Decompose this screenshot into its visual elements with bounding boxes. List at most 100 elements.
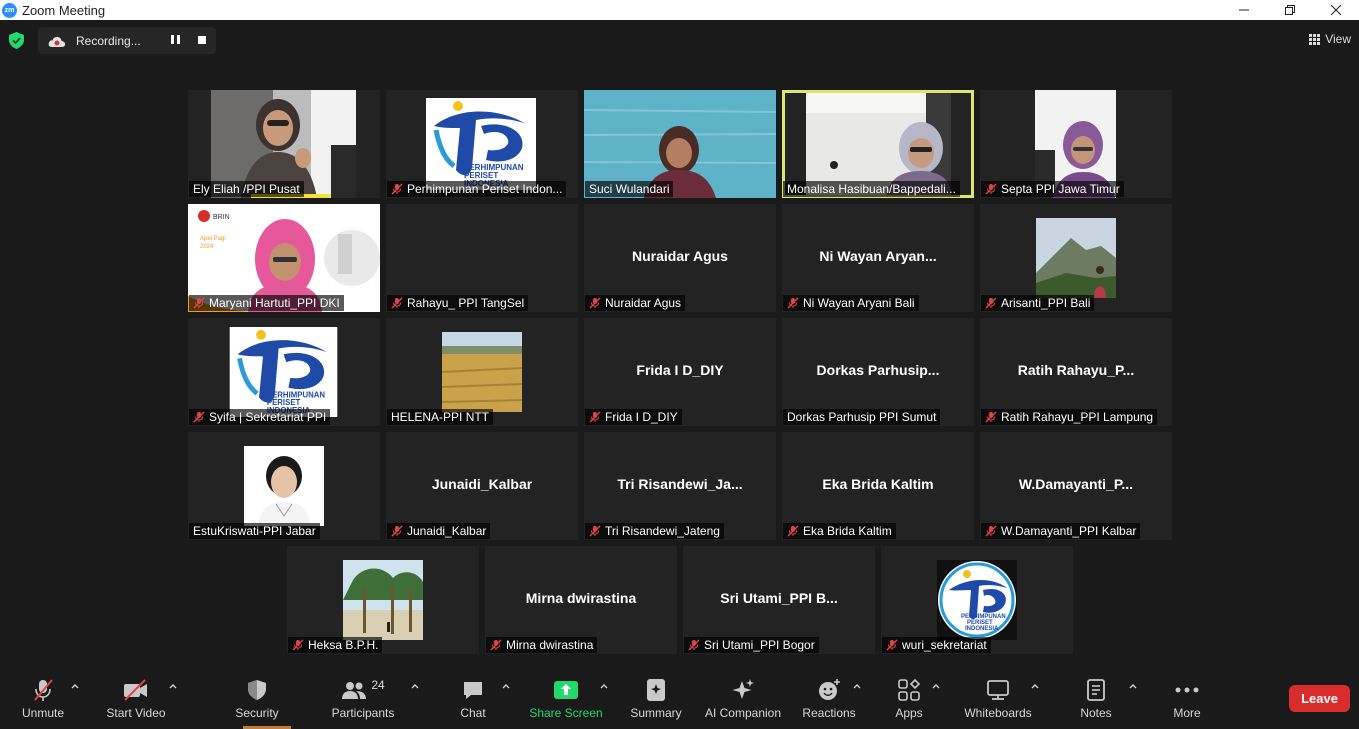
apps-button[interactable]: Apps [890,668,928,729]
chat-options-chevron-icon[interactable] [502,682,510,690]
muted-mic-icon [193,297,205,309]
participant-tile[interactable]: Frida I D_DIY Frida I D_DIY [584,318,776,426]
unmute-label: Unmute [21,706,65,720]
whiteboards-button[interactable]: Whiteboards [962,668,1034,729]
participant-tile[interactable]: BRIN Apel Pagi 2024 Maryani Hartuti_PPI … [188,204,380,312]
participant-name: Eka Brida Kaltim [783,523,896,539]
participant-name: HELENA-PPI NTT [387,409,494,425]
participants-count: 24 [371,678,385,692]
muted-mic-icon [688,639,700,651]
apps-label: Apps [895,706,923,720]
participant-tile[interactable]: HELENA-PPI NTT [386,318,578,426]
notes-label: Notes [1080,706,1112,720]
participant-tile[interactable]: Ratih Rahayu_P... Ratih Rahayu_PPI Lampu… [980,318,1172,426]
minimize-button[interactable] [1221,0,1267,20]
participant-name: Heksa B.P.H. [288,637,383,653]
participant-tile[interactable]: Rahayu_ PPI TangSel [386,204,578,312]
participant-tile[interactable]: PERHIMPUNAN PERISET INDONESIA Perhimpuna… [386,90,578,198]
summary-doc-icon [646,678,666,702]
participant-photo [1036,218,1116,298]
share-screen-button[interactable]: Share Screen [529,668,603,729]
reactions-label: Reactions [802,706,856,720]
view-button[interactable]: View [1309,32,1351,46]
recording-label: Recording... [76,33,141,48]
notes-icon [1086,678,1106,702]
participant-name: Septa PPI Jawa Timur [981,181,1124,197]
participant-name: Ni Wayan Aryani Bali [783,295,919,311]
meeting-top-bar: Recording... View [0,20,1359,60]
participant-tile[interactable]: Tri Risandewi_Ja... Tri Risandewi_Jateng [584,432,776,540]
participants-label: Participants [331,706,395,720]
ai-companion-button[interactable]: AI Companion [702,668,784,729]
audio-options-chevron-icon[interactable] [71,682,79,690]
chat-button[interactable]: Chat [452,668,494,729]
muted-mic-icon [985,183,997,195]
start-video-button[interactable]: Start Video [102,668,170,729]
participant-name: Arisanti_PPI Bali [981,295,1095,311]
participants-options-chevron-icon[interactable] [411,682,419,690]
participant-tile[interactable]: Eka Brida Kaltim Eka Brida Kaltim [782,432,974,540]
participant-name: Ratih Rahayu_PPI Lampung [981,409,1158,425]
video-options-chevron-icon[interactable] [169,682,177,690]
participant-name: Rahayu_ PPI TangSel [387,295,529,311]
participant-name: EstuKriswati-PPI Jabar [189,523,320,539]
participant-tile[interactable]: Nuraidar Agus Nuraidar Agus [584,204,776,312]
participant-tile[interactable]: W.Damayanti_P... W.Damayanti_PPI Kalbar [980,432,1172,540]
participant-tile[interactable]: Junaidi_Kalbar Junaidi_Kalbar [386,432,578,540]
svg-text:INDONESIA: INDONESIA [965,626,999,632]
participant-name: W.Damayanti_PPI Kalbar [981,523,1141,539]
zoom-logo-icon: zm [2,2,17,18]
participant-name: Perhimpunan Periset Indon... [387,181,567,197]
participant-display-name: Tri Risandewi_Ja... [617,476,743,492]
participant-tile[interactable]: Arisanti_PPI Bali [980,204,1172,312]
restore-button[interactable] [1267,0,1313,20]
apps-options-chevron-icon[interactable] [932,682,940,690]
participant-tile[interactable]: Suci Wulandari [584,90,776,198]
participants-button[interactable]: 24 Participants [328,668,398,729]
muted-mic-icon [490,639,502,651]
participant-photo [442,332,522,412]
participant-name: Monalisa Hasibuan/Bappedali... [783,181,960,197]
unmute-button[interactable]: Unmute [18,668,68,729]
whiteboards-options-chevron-icon[interactable] [1031,682,1039,690]
participant-display-name: Ratih Rahayu_P... [1017,362,1135,378]
participant-name: Suci Wulandari [585,181,674,197]
participant-tile[interactable]: EstuKriswati-PPI Jabar [188,432,380,540]
leave-button[interactable]: Leave [1289,685,1350,712]
participant-photo [343,560,423,640]
participant-display-name: W.Damayanti_P... [1018,476,1134,492]
ppi-logo: PERHIMPUNAN PERISET INDONESIA [229,327,338,417]
stop-recording-button[interactable] [198,36,206,44]
recording-indicator: Recording... [38,27,216,54]
participant-tile[interactable]: Mirna dwirastina Mirna dwirastina [485,546,677,654]
participant-tile[interactable]: Heksa B.P.H. [287,546,479,654]
share-options-chevron-icon[interactable] [600,682,608,690]
participant-tile[interactable]: Sri Utami_PPI B... Sri Utami_PPI Bogor [683,546,875,654]
participant-photo [244,446,324,526]
participant-display-name: Nuraidar Agus [632,248,728,264]
pause-recording-button[interactable] [169,35,181,47]
participant-tile[interactable]: Septa PPI Jawa Timur [980,90,1172,198]
notes-button[interactable]: Notes [1076,668,1116,729]
summary-button[interactable]: Summary [628,668,684,729]
reactions-options-chevron-icon[interactable] [853,682,861,690]
participant-tile[interactable]: PERHIMPUNAN PERISET INDONESIA wuri_sekre… [881,546,1073,654]
muted-mic-icon [985,297,997,309]
security-button[interactable]: Security [232,668,282,729]
notes-options-chevron-icon[interactable] [1129,682,1137,690]
participant-tile[interactable]: Ni Wayan Aryan... Ni Wayan Aryani Bali [782,204,974,312]
participant-tile-active-speaker[interactable]: Monalisa Hasibuan/Bappedali... [782,90,974,198]
close-button[interactable] [1313,0,1359,20]
reactions-button[interactable]: Reactions [800,668,858,729]
participant-tile[interactable]: Ely Eliah /PPI Pusat [188,90,380,198]
encryption-shield-icon[interactable] [9,32,24,49]
security-label: Security [235,706,279,720]
participant-tile[interactable]: Dorkas Parhusip... Dorkas Parhusip PPI S… [782,318,974,426]
more-button[interactable]: More [1168,668,1206,729]
ppi-logo-round: PERHIMPUNAN PERISET INDONESIA [937,560,1017,640]
participant-tile[interactable]: PERHIMPUNAN PERISET INDONESIA Syifa | Se… [188,318,380,426]
participant-name: Maryani Hartuti_PPI DKI [189,295,344,311]
title-bar: zm Zoom Meeting [0,0,1359,20]
participant-name: Mirna dwirastina [486,637,598,653]
muted-mic-icon [292,639,304,651]
